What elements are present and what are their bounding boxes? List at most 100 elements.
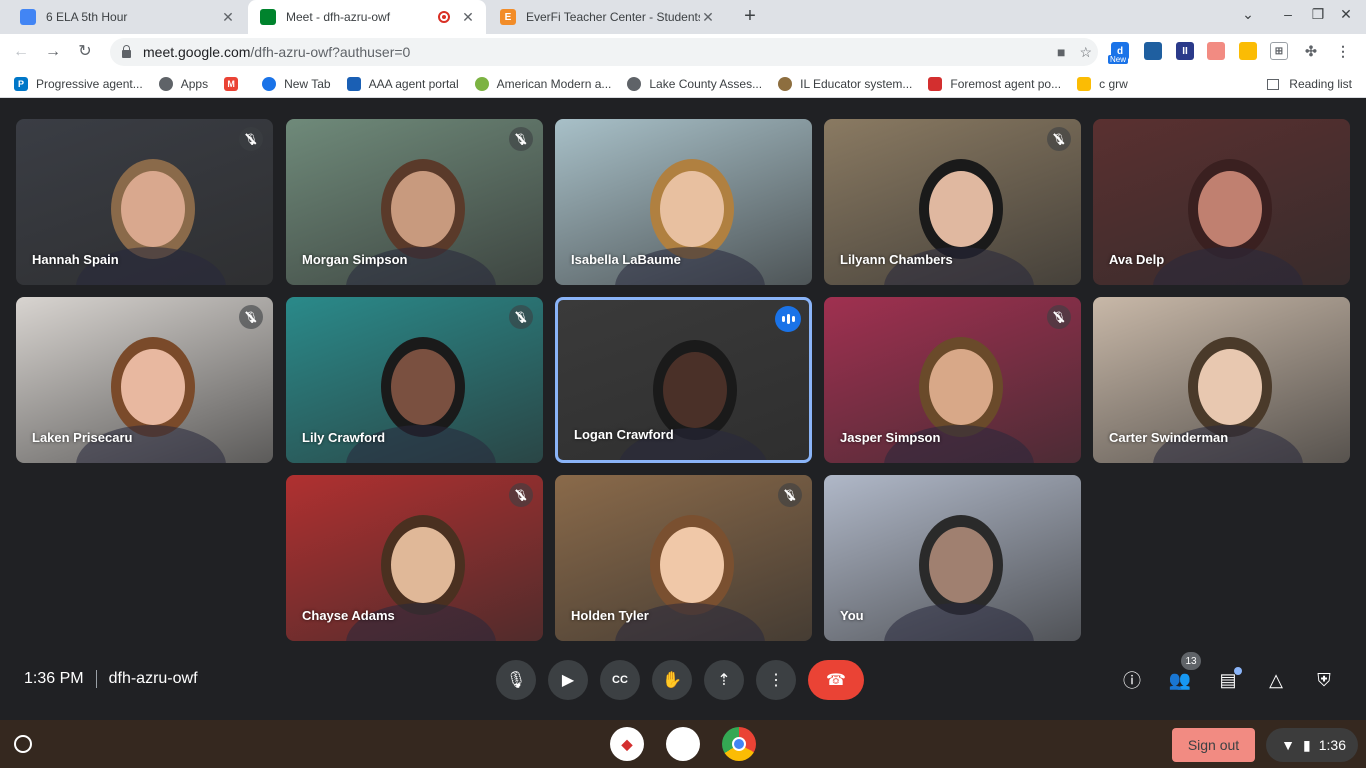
chrome-center-icon [732, 737, 746, 751]
chromeos-shelf: ◆ Sign out ▼ ▮ 1:36 [0, 720, 1366, 768]
extension-icon-2[interactable] [1144, 42, 1162, 60]
participant-face [1198, 171, 1262, 247]
tab-search-icon[interactable]: ⌄ [1238, 6, 1258, 23]
lock-icon [122, 44, 131, 58]
close-window-icon[interactable]: ✕ [1336, 6, 1356, 23]
people-button[interactable]: 👥 [1168, 668, 1192, 692]
everfi-icon: E [500, 9, 516, 25]
meeting-info: 1:36 PM dfh-azru-owf [24, 670, 198, 688]
participant-tile[interactable]: You [824, 475, 1081, 641]
reading-list-button[interactable]: Reading list [1267, 77, 1352, 91]
chat-notification-dot [1234, 667, 1242, 675]
tab-classroom[interactable]: 6 ELA 5th Hour ✕ [8, 0, 246, 34]
bookmark-progressive[interactable]: P Progressive agent... [14, 76, 143, 91]
participant-tile[interactable]: Lily Crawford 🎙 [286, 297, 543, 463]
participant-name: Holden Tyler [571, 608, 649, 623]
system-tray[interactable]: ▼ ▮ 1:36 [1266, 728, 1358, 762]
classroom-icon [20, 9, 36, 25]
captions-button[interactable]: CC [600, 660, 640, 700]
present-button[interactable]: ⇡ [704, 660, 744, 700]
extension-icon-4[interactable] [1207, 42, 1225, 60]
participant-face [391, 349, 455, 425]
microphone-icon: 🎙 [505, 672, 527, 689]
leave-call-button[interactable]: ☎ [808, 660, 864, 700]
participant-tile[interactable]: Isabella LaBaume [555, 119, 812, 285]
participant-face [391, 171, 455, 247]
close-icon[interactable]: ✕ [220, 9, 236, 26]
people-count-badge: 13 [1181, 652, 1201, 670]
more-options-button[interactable]: ⋮ [756, 660, 796, 700]
bookmark-foremost[interactable]: Foremost agent po... [928, 76, 1062, 91]
forward-icon[interactable]: → [42, 41, 64, 63]
raise-hand-button[interactable]: ✋ [652, 660, 692, 700]
sign-out-button[interactable]: Sign out [1172, 728, 1255, 762]
extension-icon-3[interactable]: II [1176, 42, 1194, 60]
activities-button[interactable]: △ [1264, 668, 1288, 692]
bookmark-label: Foremost agent po... [950, 76, 1062, 91]
participant-tile[interactable]: Carter Swinderman [1093, 297, 1350, 463]
new-badge: New [1108, 55, 1129, 64]
minimize-icon[interactable]: – [1278, 6, 1298, 22]
microphone-button[interactable]: 🎙 [496, 660, 536, 700]
close-icon[interactable]: ✕ [700, 9, 716, 26]
participant-tile[interactable]: Jasper Simpson 🎙 [824, 297, 1081, 463]
bookmark-il-educator[interactable]: IL Educator system... [778, 76, 913, 91]
tab-title: Meet - dfh-azru-owf [286, 10, 391, 24]
new-tab-button[interactable]: + [738, 5, 762, 29]
back-icon[interactable]: ← [10, 41, 32, 63]
bookmark-label: IL Educator system... [800, 76, 913, 91]
bookmark-label: AAA agent portal [368, 76, 459, 91]
bookmark-star-icon[interactable]: ☆ [1079, 44, 1092, 61]
participant-tile[interactable]: Ava Delp [1093, 119, 1350, 285]
address-bar[interactable]: meet.google.com/dfh-azru-owf?authuser=0 … [110, 38, 1098, 66]
reading-list-icon [1267, 78, 1280, 90]
bookmark-label: Apps [180, 76, 209, 91]
camera-icon[interactable]: ■ [1057, 44, 1065, 60]
reload-icon[interactable]: ↻ [74, 41, 96, 63]
bookmark-gmail[interactable]: M [224, 76, 246, 91]
reading-list-label: Reading list [1289, 77, 1352, 91]
bookmark-aaa[interactable]: AAA agent portal [346, 76, 459, 91]
puzzle-icon[interactable]: ✣ [1302, 42, 1320, 60]
participant-face [121, 171, 185, 247]
progressive-icon: P [14, 76, 28, 91]
chrome-app-icon[interactable] [722, 727, 756, 761]
bookmark-apps[interactable]: Apps [158, 76, 209, 91]
tab-everfi[interactable]: E EverFi Teacher Center - Students ✕ [488, 0, 726, 34]
bookmark-c-grw[interactable]: c grw [1077, 76, 1128, 91]
host-controls-button[interactable]: ⛨ [1312, 668, 1336, 692]
participant-tile[interactable]: Logan Crawford [555, 297, 812, 463]
close-icon[interactable]: ✕ [460, 9, 476, 26]
bookmark-label: c grw [1099, 76, 1128, 91]
mic-off-icon: 🎙 [778, 483, 802, 507]
tab-meet[interactable]: Meet - dfh-azru-owf ✕ [248, 0, 486, 34]
foremost-icon [928, 76, 943, 91]
extension-icon-5[interactable] [1239, 42, 1257, 60]
tab-title: EverFi Teacher Center - Students [526, 10, 700, 24]
participant-face [121, 349, 185, 425]
meeting-time: 1:36 PM [24, 670, 84, 687]
participant-tile[interactable]: Lilyann Chambers 🎙 [824, 119, 1081, 285]
camera-button[interactable]: ▶ [548, 660, 588, 700]
bookmark-new-tab[interactable]: New Tab [262, 76, 331, 91]
participant-body [1153, 247, 1303, 285]
bookmark-lake-county[interactable]: Lake County Asses... [627, 76, 762, 91]
participant-tile[interactable]: Laken Prisecaru 🎙 [16, 297, 273, 463]
participant-tile[interactable]: Hannah Spain 🎙 [16, 119, 273, 285]
recording-icon [438, 11, 450, 23]
seal-icon [778, 76, 793, 91]
menu-kebab-icon[interactable]: ⋮ [1334, 42, 1352, 60]
extension-icon-6[interactable]: ⊞ [1270, 42, 1288, 60]
participant-tile[interactable]: Morgan Simpson 🎙 [286, 119, 543, 285]
participant-tile[interactable]: Holden Tyler 🎙 [555, 475, 812, 641]
launcher-icon[interactable] [14, 735, 32, 753]
techie-app-icon[interactable] [666, 727, 700, 761]
bookmark-american-modern[interactable]: American Modern a... [474, 76, 611, 91]
participant-face [929, 527, 993, 603]
participant-face [391, 527, 455, 603]
participant-tile[interactable]: Chayse Adams 🎙 [286, 475, 543, 641]
maps-app-icon[interactable]: ◆ [610, 727, 644, 761]
restore-icon[interactable]: ❐ [1308, 6, 1328, 23]
meeting-details-button[interactable]: ⓘ [1120, 668, 1144, 692]
participant-name: Hannah Spain [32, 252, 119, 267]
